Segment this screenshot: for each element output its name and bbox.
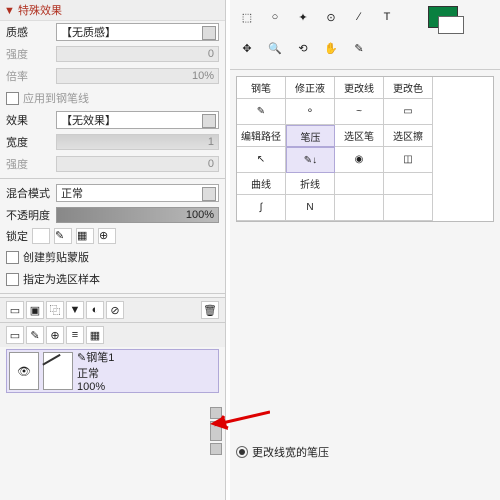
pen-cell[interactable]: N	[286, 195, 335, 221]
pen-cell[interactable]: 笔压	[286, 125, 335, 147]
intensity-slider[interactable]: 0	[56, 46, 219, 62]
tb2-2[interactable]: ✎	[26, 326, 44, 344]
tb2-4[interactable]: ≡	[66, 326, 84, 344]
scroll-thumb[interactable]	[210, 421, 222, 441]
width-slider[interactable]: 1	[56, 134, 219, 150]
pen-cell[interactable]: 曲线	[237, 173, 286, 195]
new-folder-button[interactable]: ▣	[26, 301, 44, 319]
layer-opacity: 100%	[77, 381, 216, 393]
intensity2-label: 强度	[6, 156, 56, 172]
pen-cell[interactable]: ◫	[384, 147, 433, 173]
pen-cell[interactable]: ✎↓	[286, 147, 335, 173]
cb1-label: 创建剪贴蒙版	[23, 249, 89, 265]
hand-icon[interactable]: ✋	[320, 38, 342, 60]
scroll-up-button[interactable]	[210, 407, 222, 419]
pen-cell[interactable]: ✎	[237, 99, 286, 125]
radio-icon	[236, 446, 248, 458]
apply-checkbox[interactable]	[6, 92, 19, 105]
select-rect-icon[interactable]: ⬚	[236, 6, 258, 28]
pen-cell[interactable]: 修正液	[286, 77, 335, 99]
cb2-checkbox[interactable]	[6, 273, 19, 286]
apply-label: 应用到钢笔线	[23, 90, 89, 106]
pen-cell-empty	[335, 195, 384, 221]
scroll-down-button[interactable]	[210, 443, 222, 455]
layer-name: ✎钢笔1	[77, 349, 216, 365]
panel-title: ▼ 特殊效果	[0, 0, 225, 21]
blend-mode-dropdown[interactable]: 正常	[56, 184, 219, 202]
lock-label: 锁定	[6, 228, 28, 244]
pen-cell[interactable]: ∫	[237, 195, 286, 221]
pen-cell[interactable]: 更改线	[335, 77, 384, 99]
color-swatch-bg[interactable]	[438, 16, 464, 34]
texture-label: 质感	[6, 24, 56, 40]
new-layer-button[interactable]: ▭	[6, 301, 24, 319]
select-ellipse-icon[interactable]: ○	[264, 6, 286, 28]
opacity-label: 不透明度	[6, 207, 56, 223]
pen-cell[interactable]: 钢笔	[237, 77, 286, 99]
layer-toolbar-1: ▭ ▣ ⿻ ▼ ◐ ⊘ 🗑	[0, 297, 225, 322]
pen-cell-empty	[384, 195, 433, 221]
pen-cell[interactable]: ↖	[237, 147, 286, 173]
lock-move-button[interactable]: ⊕	[98, 228, 116, 244]
lock-paint-button[interactable]: ✎	[54, 228, 72, 244]
pen-cell[interactable]: 编辑路径	[237, 125, 286, 147]
tb2-5[interactable]: ▦	[86, 326, 104, 344]
pen-cell[interactable]: 折线	[286, 173, 335, 195]
lock-alpha-button[interactable]: ▦	[76, 228, 94, 244]
visibility-icon[interactable]: 👁	[9, 352, 39, 390]
pen-cell[interactable]: 选区笔	[335, 125, 384, 147]
delete-layer-button[interactable]: 🗑	[201, 301, 219, 319]
layer-scrollbar[interactable]	[209, 406, 223, 456]
cb1-checkbox[interactable]	[6, 251, 19, 264]
pen-cell-empty	[384, 173, 433, 195]
layer-item[interactable]: 👁 ✎钢笔1 正常 100%	[6, 349, 219, 393]
lasso-icon[interactable]: ⊙	[320, 6, 342, 28]
cb2-label: 指定为选区样本	[23, 271, 100, 287]
opacity-slider[interactable]: 100%	[56, 207, 219, 223]
effect-label: 效果	[6, 112, 56, 128]
layer-mode: 正常	[77, 365, 216, 381]
lock-all-button[interactable]	[32, 228, 50, 244]
tool-palette: ⬚ ○ ✦ ⊙ ∕ T ✥ 🔍 ⟲ ✋ ✎	[230, 0, 500, 70]
rotate-icon[interactable]: ⟲	[292, 38, 314, 60]
texture-dropdown[interactable]: 【无质感】	[56, 23, 219, 41]
radio-label: 更改线宽的笔压	[252, 444, 329, 460]
tb2-3[interactable]: ⊕	[46, 326, 64, 344]
pen-cell[interactable]: 更改色	[384, 77, 433, 99]
layer-thumb	[43, 352, 73, 390]
eyedrop-icon[interactable]: ✎	[348, 38, 370, 60]
line-icon[interactable]: ∕	[348, 6, 370, 28]
move-icon[interactable]: ✥	[236, 38, 258, 60]
pen-cell[interactable]: 选区擦	[384, 125, 433, 147]
mask-button[interactable]: ◐	[86, 301, 104, 319]
intensity-label: 强度	[6, 46, 56, 62]
pen-cell[interactable]: ⚬	[286, 99, 335, 125]
blend-mode-label: 混合模式	[6, 185, 56, 201]
pen-cell-empty	[335, 173, 384, 195]
layer-toolbar-2: ▭ ✎ ⊕ ≡ ▦	[0, 322, 225, 347]
wand-icon[interactable]: ✦	[292, 6, 314, 28]
text-icon[interactable]: T	[376, 6, 398, 28]
tb2-1[interactable]: ▭	[6, 326, 24, 344]
intensity2-slider[interactable]: 0	[56, 156, 219, 172]
rate-label: 倍率	[6, 68, 56, 84]
zoom-icon[interactable]: 🔍	[264, 38, 286, 60]
pen-cell[interactable]: ~	[335, 99, 384, 125]
effect-dropdown[interactable]: 【无效果】	[56, 111, 219, 129]
copy-layer-button[interactable]: ⿻	[46, 301, 64, 319]
pen-tool-grid: 钢笔修正液更改线更改色 ✎⚬~▭ 编辑路径笔压选区笔选区擦 ↖✎↓◉◫ 曲线折线∫N	[236, 76, 494, 222]
pen-cell[interactable]: ◉	[335, 147, 384, 173]
width-label: 宽度	[6, 134, 56, 150]
merge-button[interactable]: ▼	[66, 301, 84, 319]
clear-button[interactable]: ⊘	[106, 301, 124, 319]
rate-slider[interactable]: 10%	[56, 68, 219, 84]
radio-option[interactable]: 更改线宽的笔压	[230, 438, 500, 466]
pen-cell[interactable]: ▭	[384, 99, 433, 125]
